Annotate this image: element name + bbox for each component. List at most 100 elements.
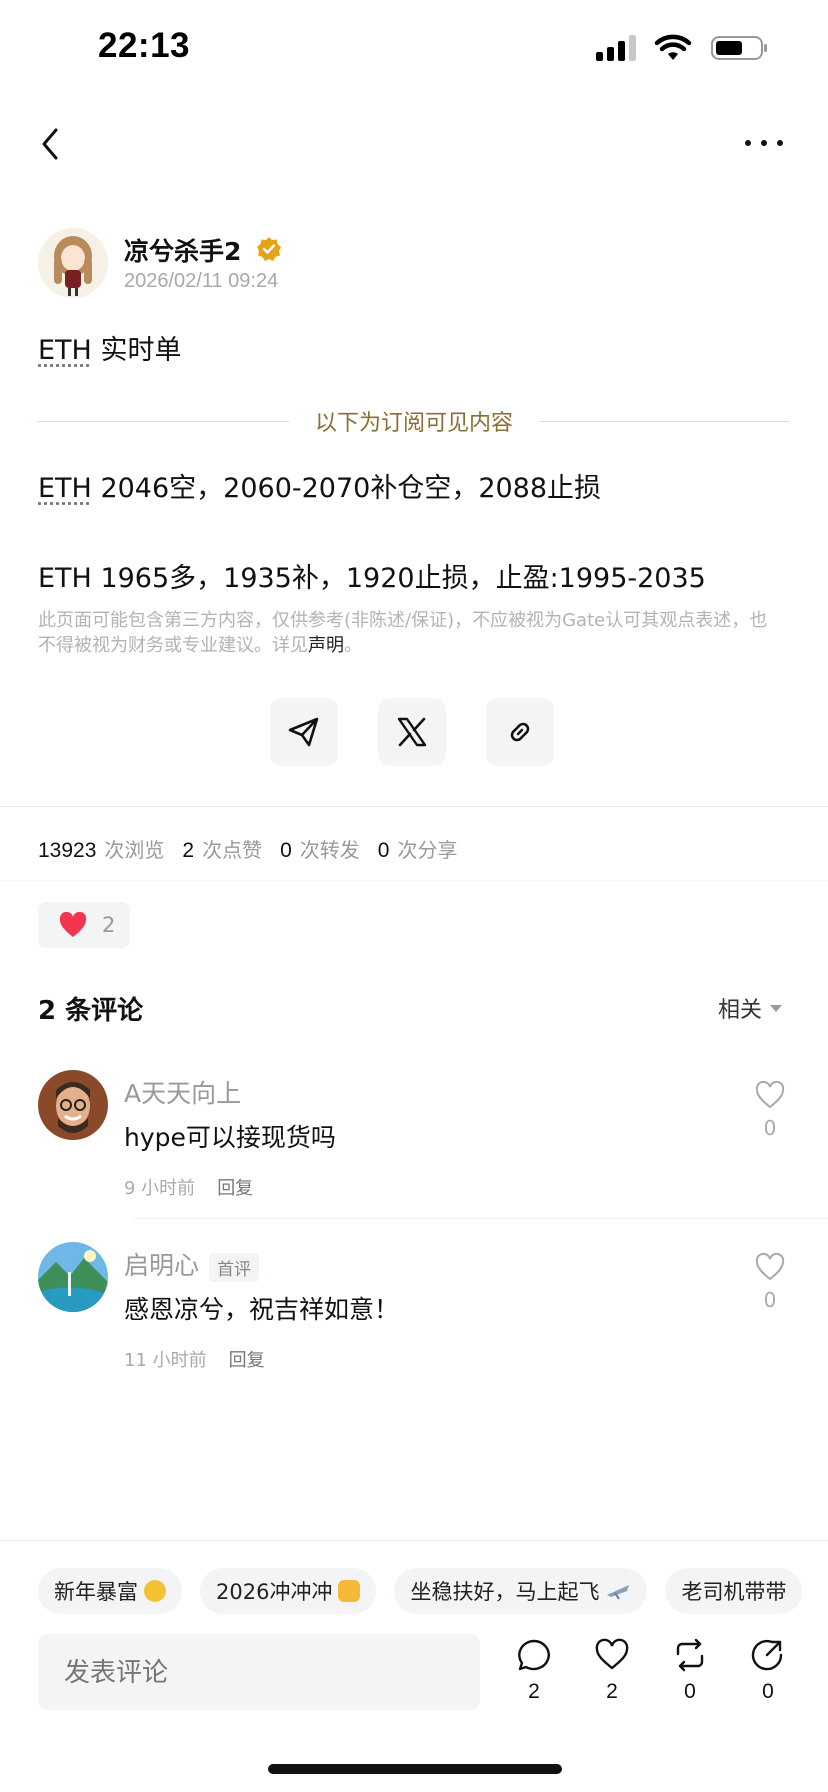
comment-like-count: 0 (763, 1116, 777, 1140)
comment-item: A天天向上 hype可以接现货吗 9 小时前 回复 0 (38, 1070, 790, 1220)
status-bar: 22:13 (0, 0, 828, 100)
post-line-1-text: 2046空，2060-2070补仓空，2088止损 (91, 473, 602, 504)
author-header[interactable]: 凉兮杀手2 2026/02/11 09:24 (38, 228, 798, 304)
link-icon (510, 722, 530, 742)
like-action-count: 2 (606, 1680, 618, 1703)
quick-reply-chip[interactable]: 新年暴富 (38, 1568, 182, 1614)
share-buttons (270, 698, 554, 766)
home-indicator[interactable] (268, 1764, 562, 1774)
disclaimer-link[interactable]: 声明 (308, 635, 344, 656)
post-line-1: ETH 2046空，2060-2070补仓空，2088止损 (38, 466, 601, 505)
signal-icon (596, 35, 636, 61)
chip-label: 新年暴富 (54, 1580, 138, 1604)
views-count: 13923 (38, 839, 97, 862)
divider (134, 1218, 828, 1219)
reply-button[interactable]: 回复 (217, 1178, 253, 1199)
man-with-glasses-avatar-icon (38, 1070, 108, 1140)
repost-icon (676, 1638, 704, 1672)
heart-outline-icon (755, 1080, 785, 1109)
disclaimer-end: 。 (344, 635, 362, 656)
subscriber-label: 以下为订阅可见内容 (315, 411, 514, 436)
landscape-avatar-icon (38, 1242, 108, 1312)
divider-line (539, 420, 791, 422)
chip-label: 2026冲冲冲 (216, 1580, 333, 1604)
likes-count: 2 (182, 839, 195, 862)
reposts-count: 0 (280, 839, 292, 862)
commenter-avatar[interactable] (38, 1242, 108, 1312)
comment-like-count: 0 (763, 1288, 777, 1312)
heart-outline-icon (595, 1638, 629, 1670)
post-title: ETH 实时单 (38, 328, 181, 367)
verified-badge-icon (257, 237, 281, 261)
quick-reply-chip[interactable]: 老司机带带 (665, 1568, 803, 1614)
subscriber-divider: 以下为订阅可见内容 (38, 406, 791, 436)
commenter-avatar[interactable] (38, 1070, 108, 1140)
quick-reply-chip[interactable]: 2026冲冲冲 (200, 1568, 377, 1614)
share-x-button[interactable] (378, 698, 446, 766)
sort-dropdown[interactable]: 相关 (718, 992, 782, 1024)
commenter-name-text: A天天向上 (124, 1079, 242, 1108)
x-logo-icon (397, 717, 427, 747)
reaction-count: 2 (102, 913, 116, 937)
divider-line (38, 420, 289, 422)
commenter-name[interactable]: 启明心 首评 (124, 1246, 260, 1282)
ticker-link[interactable]: ETH (38, 335, 92, 366)
comment-bubble-icon (518, 1639, 550, 1671)
back-arrow-icon[interactable] (36, 124, 66, 164)
commenter-name-text: 启明心 (124, 1251, 200, 1280)
comment-text: hype可以接现货吗 (124, 1123, 336, 1152)
share-telegram-button[interactable] (270, 698, 338, 766)
comment-item: 启明心 首评 感恩凉兮，祝吉祥如意！ 11 小时前 回复 0 (38, 1242, 790, 1392)
repost-action-count: 0 (684, 1680, 696, 1703)
share-action-button[interactable]: 0 (748, 1638, 788, 1704)
battery-icon (711, 36, 767, 60)
heart-reaction-button[interactable]: 2 (38, 902, 130, 948)
money-face-emoji-icon (144, 1580, 166, 1602)
comment-action-count: 2 (528, 1680, 540, 1703)
ticker-link[interactable]: ETH (38, 473, 92, 504)
share-arrow-icon (751, 1639, 783, 1671)
comment-like-button[interactable]: 0 (750, 1252, 790, 1312)
comment-time: 9 小时前 (124, 1178, 196, 1199)
author-avatar[interactable] (38, 228, 108, 298)
comment-meta: 9 小时前 回复 (124, 1174, 253, 1200)
comment-text: 感恩凉兮，祝吉祥如意！ (124, 1295, 400, 1324)
views-label: 次浏览 (104, 838, 165, 862)
share-action-count: 0 (762, 1680, 774, 1703)
paper-plane-icon (288, 717, 319, 747)
wifi-icon (654, 34, 692, 60)
caret-down-icon (770, 1004, 782, 1012)
commenter-name[interactable]: A天天向上 (124, 1074, 241, 1110)
comment-action-button[interactable]: 2 (514, 1638, 554, 1704)
quick-reply-chip[interactable]: 坐稳扶好，马上起飞 (394, 1568, 648, 1614)
fist-bump-emoji-icon (338, 1580, 361, 1602)
more-options-icon[interactable] (740, 128, 788, 158)
post-timestamp: 2026/02/11 09:24 (124, 270, 279, 292)
likes-label: 次点赞 (202, 838, 263, 862)
anime-avatar-icon (38, 228, 108, 298)
reposts-label: 次转发 (299, 838, 360, 862)
comments-title: 2 条评论 (38, 996, 144, 1026)
reply-button[interactable]: 回复 (229, 1350, 265, 1371)
chip-label: 坐稳扶好，马上起飞 (410, 1580, 600, 1604)
post-title-text: 实时单 (91, 335, 182, 366)
copy-link-button[interactable] (486, 698, 554, 766)
post-stats: 13923 次浏览 2 次点赞 0 次转发 0 次分享 (38, 834, 475, 863)
divider (0, 806, 828, 807)
like-action-button[interactable]: 2 (592, 1638, 632, 1704)
comment-time: 11 小时前 (124, 1350, 207, 1371)
comment-input[interactable] (38, 1634, 480, 1710)
heart-outline-icon (755, 1252, 785, 1281)
sort-label: 相关 (717, 998, 762, 1023)
author-name[interactable]: 凉兮杀手2 (124, 232, 241, 268)
airplane-emoji-icon (607, 1585, 630, 1600)
divider (0, 1540, 828, 1541)
heart-filled-icon (59, 911, 87, 937)
disclaimer: 此页面可能包含第三方内容，仅供参考(非陈述/保证)，不应被视为Gate认可其观点… (38, 608, 778, 658)
post-line-2: ETH 1965多，1935补，1920止损，止盈:1995-2035 (38, 563, 706, 594)
status-time: 22:13 (98, 26, 191, 65)
comment-like-button[interactable]: 0 (750, 1080, 790, 1140)
comment-meta: 11 小时前 回复 (124, 1346, 265, 1372)
post-actions: 2 2 0 0 (514, 1638, 788, 1704)
repost-action-button[interactable]: 0 (670, 1638, 710, 1704)
